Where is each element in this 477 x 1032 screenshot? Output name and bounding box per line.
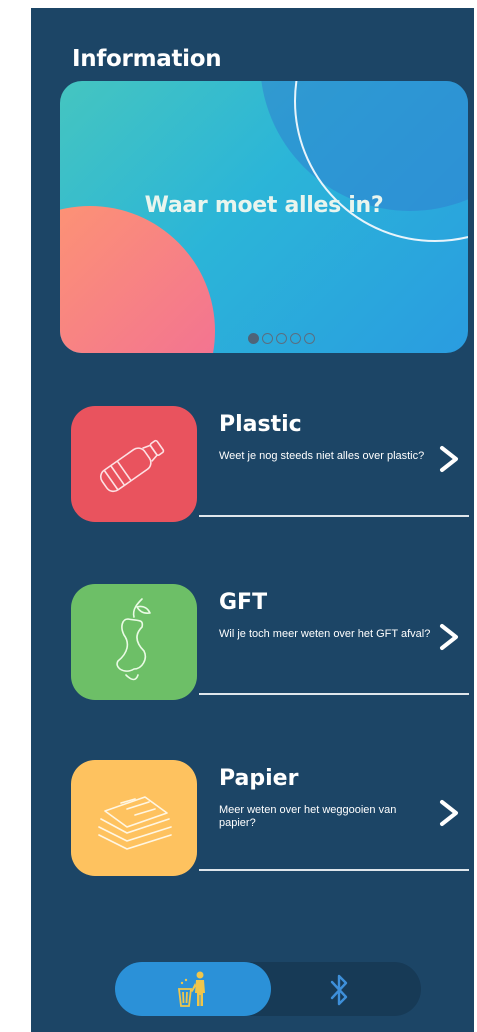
bluetooth-icon bbox=[330, 974, 348, 1006]
carousel-dots bbox=[248, 333, 315, 344]
info-banner[interactable]: Waar moet alles in? bbox=[60, 81, 468, 353]
app-screen: Information Waar moet alles in? Plastic … bbox=[31, 8, 474, 1032]
gft-tile bbox=[71, 584, 197, 700]
category-gft[interactable]: GFT Wil je toch meer weten over het GFT … bbox=[71, 584, 471, 704]
page-title: Information bbox=[72, 46, 222, 72]
category-title: Plastic bbox=[219, 412, 302, 437]
carousel-dot-4[interactable] bbox=[290, 333, 301, 344]
category-description: Wil je toch meer weten over het GFT afva… bbox=[219, 628, 431, 640]
chevron-right-icon[interactable] bbox=[436, 798, 462, 828]
trash-person-icon bbox=[177, 971, 205, 1007]
nav-tab-trash[interactable] bbox=[115, 962, 271, 1016]
paper-stack-icon bbox=[98, 796, 172, 850]
plastic-tile bbox=[71, 406, 197, 522]
category-description: Weet je nog steeds niet alles over plast… bbox=[219, 450, 425, 462]
divider bbox=[199, 693, 469, 695]
category-plastic[interactable]: Plastic Weet je nog steeds niet alles ov… bbox=[71, 406, 471, 526]
bottom-nav bbox=[115, 962, 421, 1016]
category-papier[interactable]: Papier Meer weten over het weggooien van… bbox=[71, 760, 471, 880]
carousel-dot-1[interactable] bbox=[248, 333, 259, 344]
divider bbox=[199, 515, 469, 517]
nav-tab-bluetooth[interactable] bbox=[320, 972, 360, 1008]
carousel-dot-5[interactable] bbox=[304, 333, 315, 344]
category-description: Meer weten over het weggooien van papier… bbox=[219, 804, 397, 829]
papier-tile bbox=[71, 760, 197, 876]
chevron-right-icon[interactable] bbox=[436, 444, 462, 474]
carousel-dot-2[interactable] bbox=[262, 333, 273, 344]
chevron-right-icon[interactable] bbox=[436, 622, 462, 652]
banner-text: Waar moet alles in? bbox=[144, 193, 384, 218]
category-title: GFT bbox=[219, 590, 268, 615]
carousel-dot-3[interactable] bbox=[276, 333, 287, 344]
apple-core-icon bbox=[116, 598, 151, 681]
bottle-icon bbox=[99, 439, 165, 493]
category-title: Papier bbox=[219, 766, 299, 791]
divider bbox=[199, 869, 469, 871]
